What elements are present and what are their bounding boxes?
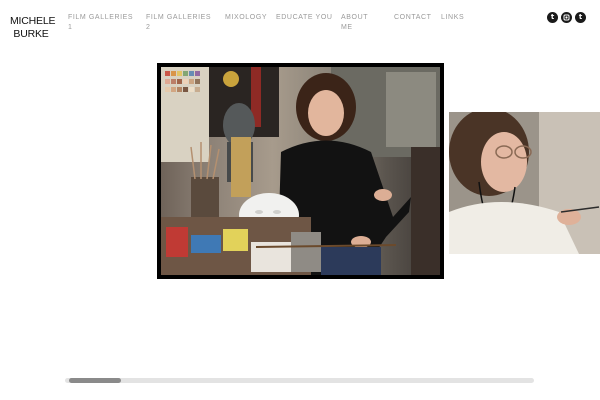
gallery-scrollbar[interactable] <box>65 378 534 383</box>
main-photo[interactable] <box>157 63 444 279</box>
nav-label-2: 2 <box>146 24 151 31</box>
nav-label: FILM GALLERIES <box>68 14 134 21</box>
scrollbar-thumb[interactable] <box>69 378 121 383</box>
twitter-icon[interactable]: t <box>547 12 558 23</box>
nav-label: CONTACT <box>394 14 432 21</box>
main-nav: FILM GALLERIES 1 FILM GALLERIES 2 MIXOLO… <box>0 13 600 43</box>
instagram-icon[interactable] <box>561 12 572 23</box>
nav-item-links[interactable]: LINKS <box>441 13 464 23</box>
nav-item-educate-you[interactable]: EDUCATE YOU <box>276 13 333 23</box>
nav-label: MIXOLOGY <box>225 14 268 21</box>
side-photo[interactable] <box>449 112 600 254</box>
nav-item-about-me[interactable]: ABOUT ME <box>341 13 368 33</box>
nav-label: ABOUT <box>341 14 369 21</box>
artist-studio-photo <box>161 67 440 275</box>
nav-item-contact[interactable]: CONTACT <box>394 13 432 23</box>
nav-label-2: ME <box>341 24 353 31</box>
social-links: t t <box>547 12 586 23</box>
nav-item-film-galleries-2[interactable]: FILM GALLERIES 2 <box>146 13 211 33</box>
nav-label: LINKS <box>441 14 465 21</box>
nav-label-2: 1 <box>68 24 73 31</box>
nav-label: EDUCATE YOU <box>276 14 333 21</box>
nav-item-film-galleries-1[interactable]: FILM GALLERIES 1 <box>68 13 133 33</box>
nav-item-mixology[interactable]: MIXOLOGY <box>225 13 267 23</box>
nav-label: FILM GALLERIES <box>146 14 212 21</box>
tumblr-icon[interactable]: t <box>575 12 586 23</box>
